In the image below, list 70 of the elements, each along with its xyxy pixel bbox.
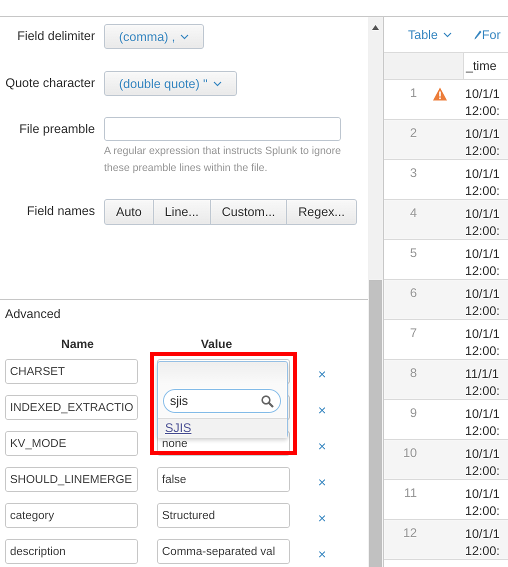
name-field[interactable]: category bbox=[5, 503, 138, 528]
column-header[interactable]: _time bbox=[464, 53, 508, 79]
table-row[interactable]: 4 10/1/1 12:00: bbox=[384, 200, 508, 240]
caret-icon bbox=[212, 80, 222, 86]
segment-button[interactable]: Line... bbox=[154, 199, 211, 225]
row-number: 10 bbox=[402, 446, 417, 462]
row-number: 1 bbox=[409, 86, 417, 102]
table-row[interactable]: 10 10/1/1 12:00: bbox=[384, 440, 508, 480]
row-number: 11 bbox=[403, 486, 417, 502]
caret-icon bbox=[442, 32, 452, 38]
time-cell: 10/1/1 12:00: bbox=[465, 166, 500, 199]
time-cell: 10/1/1 12:00: bbox=[465, 486, 500, 519]
table-row[interactable]: 12 10/1/1 12:00: bbox=[384, 520, 508, 560]
remove-icon[interactable]: × bbox=[318, 510, 326, 526]
row-number: 3 bbox=[409, 166, 417, 182]
time-cell: 11/1/1 12:00: bbox=[465, 366, 500, 399]
remove-icon[interactable]: × bbox=[318, 474, 326, 490]
text-field[interactable] bbox=[104, 117, 341, 141]
time-cell: 10/1/1 12:00: bbox=[465, 206, 500, 239]
field-label: Field delimiter bbox=[16, 28, 96, 45]
row-number: 6 bbox=[409, 286, 417, 302]
help-text: A regular expression that instructs Splunk to ignore these preamble lines within the file. bbox=[104, 144, 342, 176]
search-icon bbox=[261, 394, 274, 408]
time-cell: 10/1/1 12:00: bbox=[465, 126, 500, 159]
row-number: 5 bbox=[409, 246, 417, 262]
time-cell: 10/1/1 12:00: bbox=[465, 286, 500, 319]
row-number: 2 bbox=[409, 126, 417, 142]
column-header: Name bbox=[60, 337, 95, 351]
view-menu[interactable]: Table bbox=[408, 28, 452, 42]
remove-icon[interactable]: × bbox=[318, 402, 326, 418]
value-field[interactable]: Comma-separated val bbox=[157, 539, 290, 564]
pencil-icon bbox=[474, 30, 482, 40]
table-row[interactable]: 2 10/1/1 12:00: bbox=[384, 120, 508, 160]
search-field[interactable]: sjis bbox=[163, 389, 281, 413]
row-number: 4 bbox=[409, 206, 417, 222]
time-cell: 10/1/1 12:00: bbox=[465, 406, 500, 439]
name-field[interactable]: CHARSET bbox=[5, 359, 138, 384]
name-field[interactable]: SHOULD_LINEMERGE bbox=[5, 467, 138, 492]
scrollbar[interactable] bbox=[368, 17, 384, 567]
name-field[interactable]: description bbox=[5, 539, 138, 564]
field-label: File preamble bbox=[18, 121, 96, 138]
time-cell: 10/1/1 12:00: bbox=[465, 446, 500, 479]
section-title: Advanced bbox=[4, 307, 61, 321]
table-row[interactable]: 6 10/1/1 12:00: bbox=[384, 280, 508, 320]
caret-icon bbox=[180, 34, 190, 40]
remove-icon[interactable]: × bbox=[318, 438, 326, 454]
value-field[interactable]: false bbox=[157, 467, 290, 492]
name-field[interactable]: INDEXED_EXTRACTIO bbox=[5, 395, 138, 420]
time-cell: 10/1/1 12:00: bbox=[465, 86, 500, 119]
segment-button[interactable]: Regex... bbox=[287, 199, 357, 225]
format-button[interactable]: For bbox=[474, 28, 501, 42]
row-number: 8 bbox=[409, 366, 417, 382]
row-number: 7 bbox=[409, 326, 417, 342]
segment-button[interactable]: Custom... bbox=[210, 199, 288, 225]
name-field[interactable]: KV_MODE bbox=[5, 431, 138, 456]
remove-icon[interactable]: × bbox=[318, 366, 326, 382]
field-label: Quote character bbox=[4, 75, 96, 92]
column-header: Value bbox=[200, 337, 234, 351]
segment-button[interactable]: Auto bbox=[104, 199, 154, 225]
dropdown-option[interactable]: SJIS bbox=[158, 418, 287, 438]
time-cell: 10/1/1 12:00: bbox=[465, 326, 500, 359]
row-number: 12 bbox=[402, 526, 417, 542]
table-row[interactable]: 8 11/1/1 12:00: bbox=[384, 360, 508, 400]
remove-icon[interactable]: × bbox=[318, 546, 326, 562]
field-label: Field names bbox=[26, 203, 96, 220]
scroll-up-icon[interactable] bbox=[372, 25, 379, 30]
time-cell: 10/1/1 12:00: bbox=[465, 526, 500, 559]
time-cell: 10/1/1 12:00: bbox=[465, 246, 500, 279]
row-number: 9 bbox=[409, 406, 417, 422]
value-field[interactable]: Structured bbox=[157, 503, 290, 528]
